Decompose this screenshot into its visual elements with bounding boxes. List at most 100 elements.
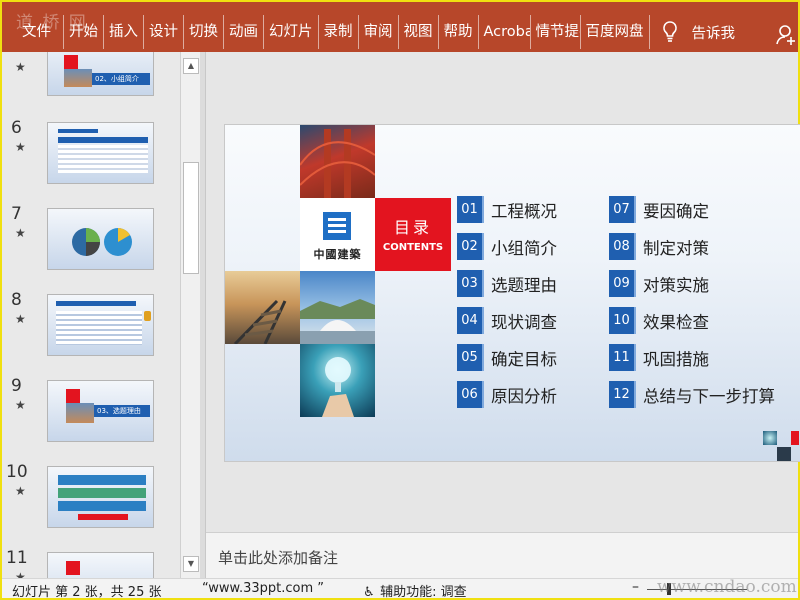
toc-item[interactable]: 08 制定对策 bbox=[609, 233, 709, 260]
toc-item-label: 总结与下一步打算 bbox=[643, 386, 775, 406]
toc-item[interactable]: 01 工程概况 bbox=[457, 196, 557, 223]
toc-item-number: 12 bbox=[609, 381, 636, 408]
tab-animations[interactable]: 动画 bbox=[224, 15, 264, 49]
corner-deco-red bbox=[791, 431, 799, 445]
thumbnail-scrollbar[interactable]: ▲ ▼ bbox=[180, 52, 200, 578]
tab-record[interactable]: 录制 bbox=[319, 15, 359, 49]
company-logo-tile: 中國建築 bbox=[300, 198, 375, 271]
tab-baidu-netdisk[interactable]: 百度网盘 bbox=[581, 15, 650, 49]
animation-star-icon: ★ bbox=[15, 484, 26, 498]
cscec-logo-icon bbox=[323, 212, 351, 240]
toc-item-number: 09 bbox=[609, 270, 636, 297]
slide-thumbnail-9[interactable]: 03、选题理由 bbox=[47, 380, 154, 442]
toc-item[interactable]: 07 要因确定 bbox=[609, 196, 709, 223]
ribbon-tab-bar: 道 桥 网 文件 开始 插入 设计 切换 动画 幻灯片 录制 审阅 视图 帮助 … bbox=[2, 2, 798, 52]
toc-item[interactable]: 05 确定目标 bbox=[457, 344, 557, 371]
lightbulb-icon bbox=[662, 21, 677, 42]
toc-item-label: 原因分析 bbox=[491, 386, 557, 406]
scrollbar-thumb[interactable] bbox=[183, 162, 199, 274]
user-share-icon[interactable] bbox=[776, 24, 796, 46]
toc-item-label: 效果检查 bbox=[643, 312, 709, 332]
animation-star-icon: ★ bbox=[15, 398, 26, 412]
slide-thumbnail-pane: ★ 02、小组简介 6 ★ 7 ★ 8 ★ 9 ★ 03、选题理由 10 ★ 1… bbox=[2, 52, 180, 578]
thumbnail-caption: 03、选题理由 bbox=[94, 405, 150, 417]
animation-star-icon: ★ bbox=[15, 312, 26, 326]
tab-acrobat[interactable]: Acrobat bbox=[479, 15, 531, 49]
slide-number: 11 bbox=[6, 548, 28, 568]
tab-slideshow[interactable]: 幻灯片 bbox=[264, 15, 319, 49]
toc-item-label: 对策实施 bbox=[643, 275, 709, 295]
accessibility-icon: ♿ bbox=[363, 585, 375, 600]
slide-thumbnail-5[interactable]: 02、小组简介 bbox=[47, 52, 154, 96]
slide-number: 7 bbox=[11, 204, 22, 224]
toc-item[interactable]: 02 小组简介 bbox=[457, 233, 557, 260]
toc-item-number: 05 bbox=[457, 344, 484, 371]
toc-item-number: 03 bbox=[457, 270, 484, 297]
building-photo bbox=[300, 271, 375, 344]
slide-thumbnail-8[interactable] bbox=[47, 294, 154, 356]
toc-item-label: 选题理由 bbox=[491, 275, 557, 295]
toc-item-label: 要因确定 bbox=[643, 201, 709, 221]
animation-star-icon: ★ bbox=[15, 570, 26, 578]
theme-name: “www.33ppt.com ” bbox=[202, 581, 325, 596]
slide-number: 10 bbox=[6, 462, 28, 482]
toc-title-en: CONTENTS bbox=[382, 242, 444, 253]
toc-item-label: 小组简介 bbox=[491, 238, 557, 258]
toc-item-number: 11 bbox=[609, 344, 636, 371]
toc-title-cn: 目录 bbox=[393, 218, 432, 237]
toc-item[interactable]: 06 原因分析 bbox=[457, 381, 557, 408]
toc-item-number: 04 bbox=[457, 307, 484, 334]
toc-item-number: 10 bbox=[609, 307, 636, 334]
tab-storyboard[interactable]: 情节提要 bbox=[531, 15, 581, 49]
railway-photo bbox=[225, 271, 300, 344]
toc-item-number: 02 bbox=[457, 233, 484, 260]
toc-item[interactable]: 11 巩固措施 bbox=[609, 344, 709, 371]
toc-item[interactable]: 12 总结与下一步打算 bbox=[609, 381, 775, 408]
status-bar: 幻灯片 第 2 张，共 25 张 “www.33ppt.com ” ♿ 辅助功能… bbox=[2, 577, 798, 600]
tab-transitions[interactable]: 切换 bbox=[184, 15, 224, 49]
toc-item-label: 确定目标 bbox=[491, 349, 557, 369]
toc-item-label: 工程概况 bbox=[491, 201, 557, 221]
toc-item-number: 01 bbox=[457, 196, 484, 223]
slide-thumbnail-6[interactable] bbox=[47, 122, 154, 184]
tell-me-box[interactable]: 告诉我 bbox=[662, 15, 735, 49]
scroll-down-icon[interactable]: ▼ bbox=[183, 556, 199, 572]
slide-number: 8 bbox=[11, 290, 22, 310]
accessibility-label: 辅助功能: 调查 bbox=[380, 585, 467, 600]
toc-item-label: 现状调查 bbox=[491, 312, 557, 332]
slide-number: 9 bbox=[11, 376, 22, 396]
corner-deco-image bbox=[763, 431, 777, 445]
zoom-out-button[interactable]: – bbox=[632, 579, 639, 595]
toc-item-number: 08 bbox=[609, 233, 636, 260]
animation-star-icon: ★ bbox=[15, 226, 26, 240]
toc-item-label: 制定对策 bbox=[643, 238, 709, 258]
slide-counter: 幻灯片 第 2 张，共 25 张 bbox=[12, 585, 162, 600]
toc-item[interactable]: 04 现状调查 bbox=[457, 307, 557, 334]
site-watermark: www.cndao.com bbox=[657, 577, 797, 597]
toc-item-number: 06 bbox=[457, 381, 484, 408]
slide-thumbnail-10[interactable] bbox=[47, 466, 154, 528]
tab-design[interactable]: 设计 bbox=[144, 15, 184, 49]
animation-star-icon: ★ bbox=[15, 60, 26, 74]
accessibility-status[interactable]: ♿ 辅助功能: 调查 bbox=[362, 581, 467, 600]
toc-item-number: 07 bbox=[609, 196, 636, 223]
tab-insert[interactable]: 插入 bbox=[104, 15, 144, 49]
thumbnail-caption: 02、小组简介 bbox=[92, 73, 150, 85]
notes-pane[interactable]: 单击此处添加备注 bbox=[206, 532, 798, 578]
lightbulb-hand-photo bbox=[300, 344, 375, 417]
slide-number: 6 bbox=[11, 118, 22, 138]
tab-view[interactable]: 视图 bbox=[399, 15, 439, 49]
bridge-photo bbox=[300, 125, 375, 198]
scroll-up-icon[interactable]: ▲ bbox=[183, 58, 199, 74]
slide-thumbnail-7[interactable] bbox=[47, 208, 154, 270]
toc-item[interactable]: 10 效果检查 bbox=[609, 307, 709, 334]
slide-thumbnail-11[interactable] bbox=[47, 552, 154, 578]
toc-item[interactable]: 03 选题理由 bbox=[457, 270, 557, 297]
logo-watermark: 道 桥 网 bbox=[16, 13, 88, 33]
tab-help[interactable]: 帮助 bbox=[439, 15, 479, 49]
toc-header: 目录 CONTENTS bbox=[375, 198, 451, 271]
current-slide[interactable]: 中國建築 目录 CONTENTS 01 工程概况 02 小组简介 03 选题理由… bbox=[224, 124, 800, 462]
corner-deco-dark bbox=[777, 447, 791, 461]
tab-review[interactable]: 审阅 bbox=[359, 15, 399, 49]
toc-item[interactable]: 09 对策实施 bbox=[609, 270, 709, 297]
